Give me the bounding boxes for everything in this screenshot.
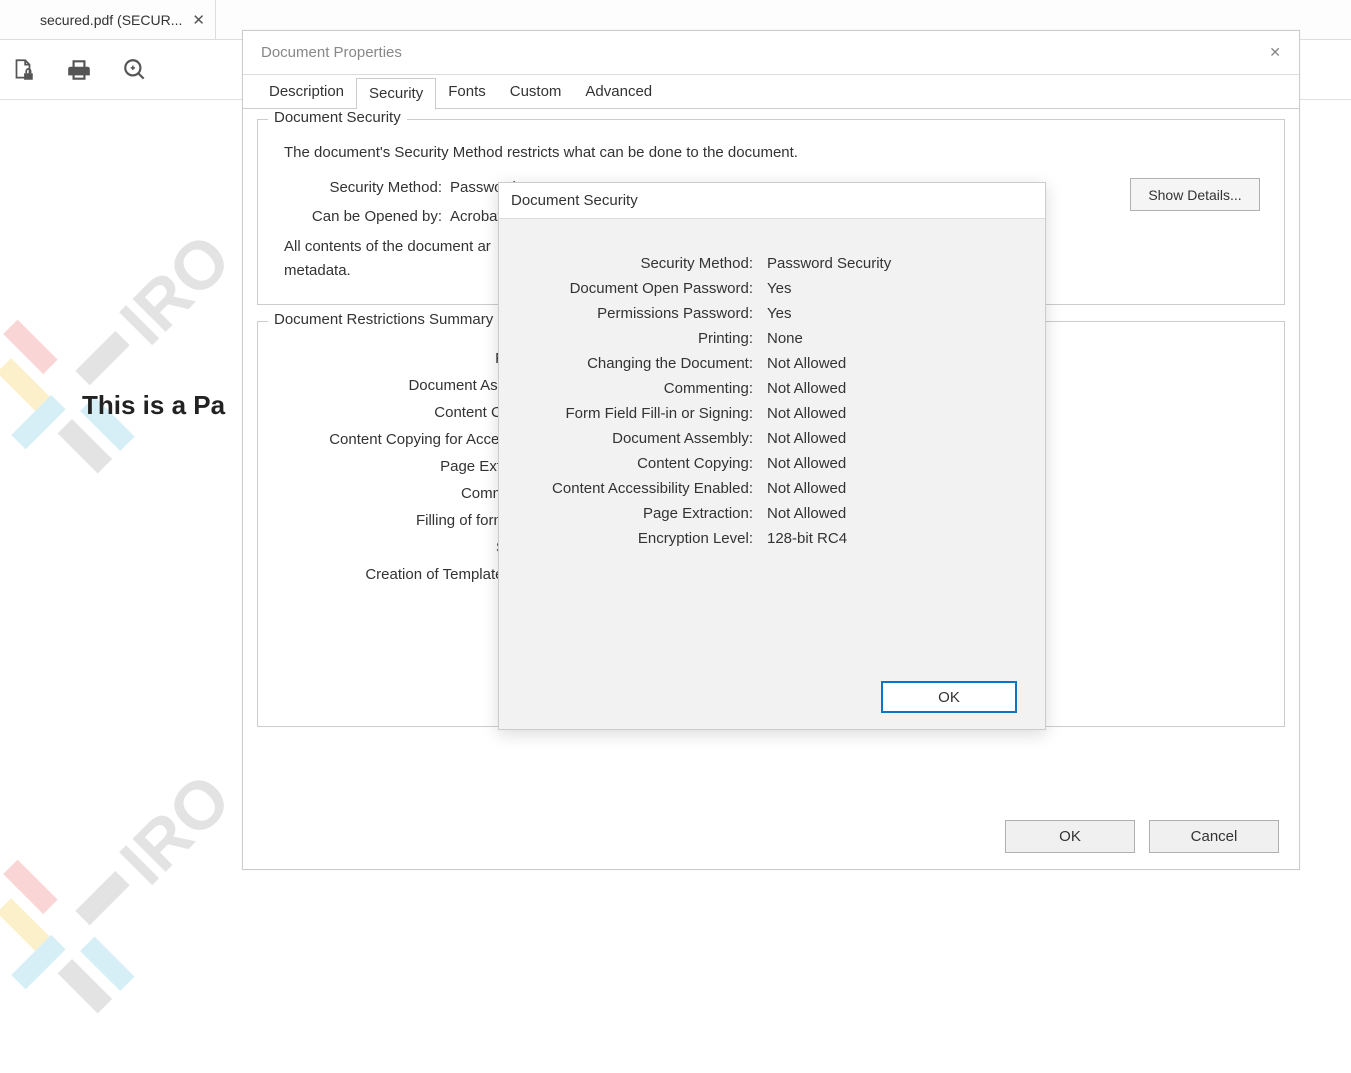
security-method-label: Security Method: [276,179,446,196]
file-tab-title: secured.pdf (SECUR... [40,12,182,28]
detail-label: Commenting: [517,380,759,397]
dialog2-title: Document Security [499,183,1045,219]
show-details-button[interactable]: Show Details... [1130,178,1260,211]
detail-value: None [759,330,803,347]
detail-value: Not Allowed [759,430,846,447]
detail-value: Yes [759,280,791,297]
svg-text:IRO: IRO [106,220,245,359]
detail-value: Not Allowed [759,480,846,497]
detail-label: Page Extraction: [517,505,759,522]
detail-value: Not Allowed [759,355,846,372]
security-description: The document's Security Method restricts… [284,144,1266,161]
search-icon[interactable] [122,57,148,83]
detail-value: Not Allowed [759,380,846,397]
summary-row: Comment [276,485,526,502]
detail-value: 128-bit RC4 [759,530,847,547]
summary-row: Filling of form fie [276,512,526,529]
tab-fonts[interactable]: Fonts [436,77,498,109]
detail-label: Security Method: [517,255,759,272]
file-tab[interactable]: secured.pdf (SECUR... ✕ [30,0,216,39]
summary-row: Document Assem [276,377,526,394]
detail-label: Document Assembly: [517,430,759,447]
detail-value: Not Allowed [759,455,846,472]
detail-label: Printing: [517,330,759,347]
summary-row: Content Copy [276,404,526,421]
dialog-close-icon[interactable]: ✕ [1269,44,1281,61]
dialog-ok-button[interactable]: OK [1005,820,1135,853]
file-lock-icon[interactable] [10,57,36,83]
details-ok-button[interactable]: OK [881,681,1017,713]
tab-description[interactable]: Description [257,77,356,109]
tab-custom[interactable]: Custom [498,77,574,109]
summary-row: Sign [276,539,526,556]
detail-label: Encryption Level: [517,530,759,547]
tab-security[interactable]: Security [356,78,436,110]
close-icon[interactable]: ✕ [192,11,205,29]
page-content-text: This is a Pa [82,390,225,421]
tab-advanced[interactable]: Advanced [573,77,664,109]
dialog-title: Document Properties [261,44,402,61]
detail-value: Yes [759,305,791,322]
detail-label: Form Field Fill-in or Signing: [517,405,759,422]
summary-row: Print [276,350,526,367]
can-be-opened-label: Can be Opened by: [276,208,446,225]
section-legend: Document Restrictions Summary [268,311,499,328]
detail-label: Changing the Document: [517,355,759,372]
summary-row: Content Copying for Accessib [276,431,526,448]
detail-label: Content Copying: [517,455,759,472]
section-legend: Document Security [268,109,407,126]
detail-label: Content Accessibility Enabled: [517,480,759,497]
summary-row: Page Extract [276,458,526,475]
detail-label: Permissions Password: [517,305,759,322]
detail-value: Password Security [759,255,891,272]
security-details-table: Security Method:Password Security Docume… [499,219,1045,565]
summary-row: Creation of Template Pa [276,566,526,583]
document-security-details-dialog: Document Security Security Method:Passwo… [498,182,1046,730]
can-be-opened-value: Acrobat [446,208,502,225]
detail-label: Document Open Password: [517,280,759,297]
dialog-cancel-button[interactable]: Cancel [1149,820,1279,853]
svg-text:IRO: IRO [106,760,245,899]
detail-value: Not Allowed [759,405,846,422]
dialog-tabs: Description Security Fonts Custom Advanc… [243,75,1299,109]
print-icon[interactable] [66,57,92,83]
detail-value: Not Allowed [759,505,846,522]
